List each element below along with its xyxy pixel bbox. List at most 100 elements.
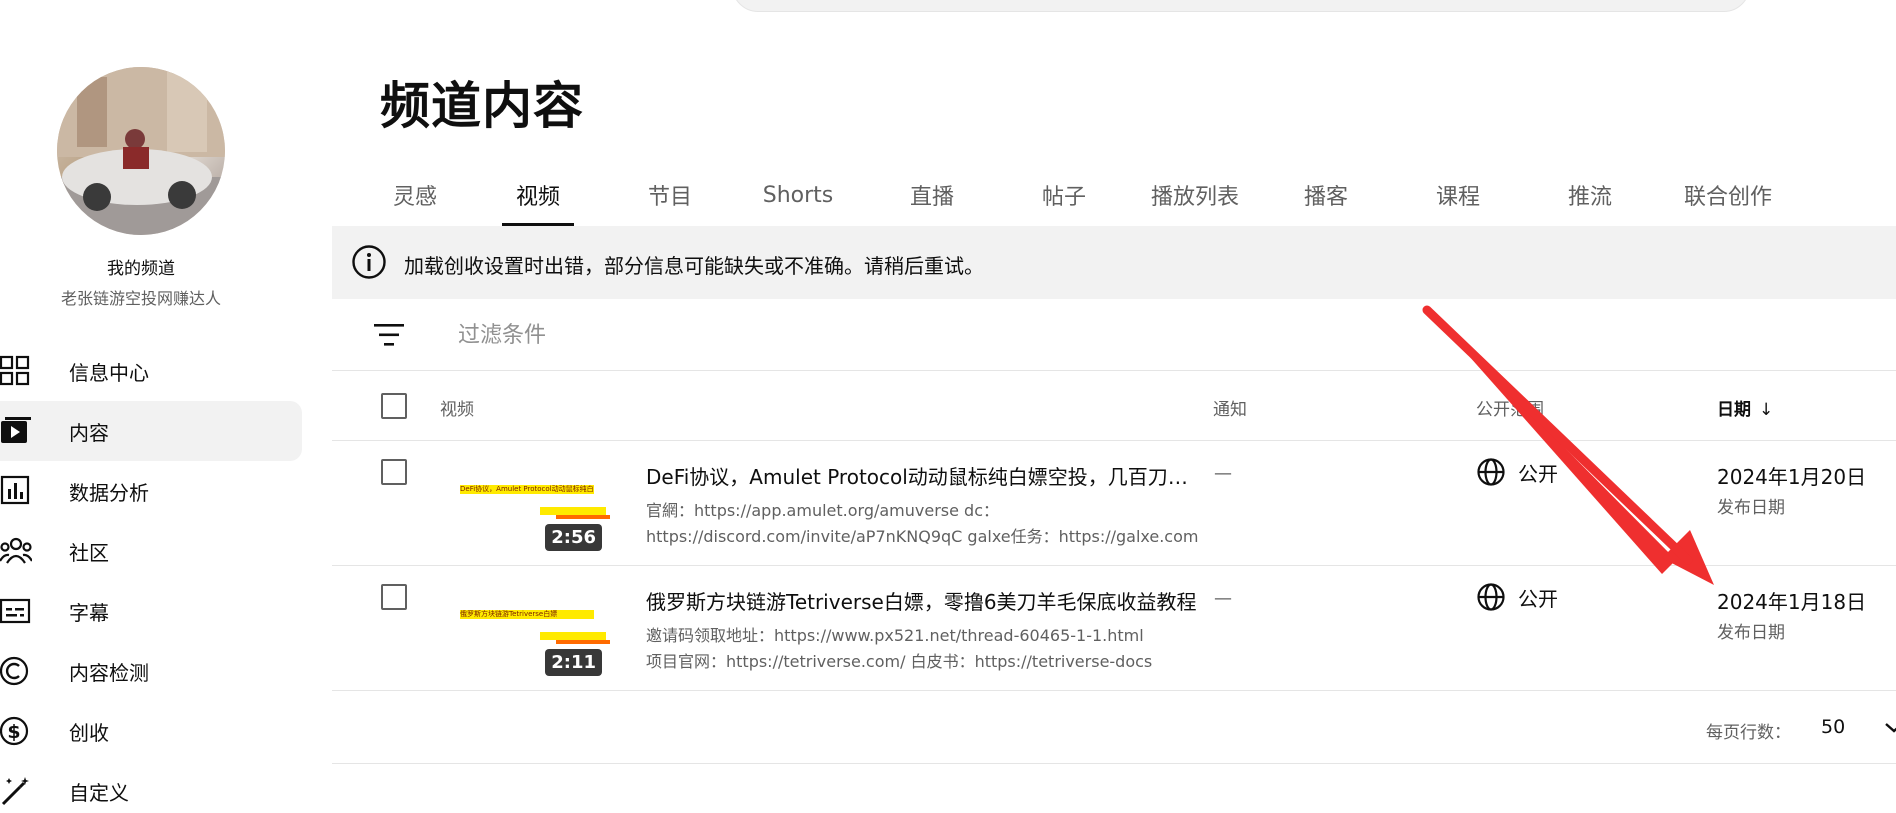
row-checkbox[interactable] [381, 584, 407, 610]
publish-date-label: 发布日期 [1717, 498, 1785, 518]
subtitles-icon [0, 598, 31, 624]
tab-live[interactable]: 直播 [896, 164, 968, 226]
video-thumbnail[interactable]: DeFi协议，Amulet Protocol动动鼠标纯白嫖空投 2:56 [440, 461, 612, 559]
visibility-selector[interactable]: 公开 [1476, 582, 1558, 612]
video-duration: 2:11 [545, 649, 602, 676]
column-header-notice: 通知 [1213, 400, 1247, 420]
sidebar-item-label: 社区 [69, 540, 109, 565]
rows-per-page-label: 每页行数： [1706, 723, 1791, 743]
copyright-icon [0, 656, 29, 686]
column-header-video: 视频 [440, 400, 474, 420]
tab-playlists[interactable]: 播放列表 [1140, 164, 1250, 226]
tab-posts[interactable]: 帖子 [1028, 164, 1100, 226]
video-description-line: 项目官网：https://tetriverse.com/ 白皮书：https:/… [646, 652, 1153, 671]
video-title[interactable]: DeFi协议，Amulet Protocol动动鼠标纯白嫖空投，几百刀到手，目前… [646, 461, 1206, 490]
channel-avatar[interactable] [57, 67, 225, 235]
publish-date-label: 发布日期 [1717, 623, 1785, 643]
content-icon [1, 417, 31, 443]
sidebar-item-label: 创收 [69, 720, 109, 745]
customization-icon [1, 777, 29, 806]
chevron-down-icon[interactable] [1884, 716, 1896, 738]
tab-videos[interactable]: 视频 [502, 164, 574, 226]
tab-label: 推流 [1567, 185, 1612, 210]
avatar-photo [57, 67, 225, 235]
sidebar-item-label: 字幕 [69, 600, 109, 625]
monetization-icon: $ [0, 716, 29, 746]
sidebar-item-label: 内容检测 [69, 660, 149, 685]
sidebar-item-label: 内容 [69, 420, 109, 445]
table-row: 俄罗斯方块链游Tetriverse白嫖 2:11 俄罗斯方块链游Tetriver… [332, 566, 1896, 691]
tab-label: Shorts [762, 182, 834, 208]
thumbnail-decoration [540, 632, 606, 640]
sidebar-item-community[interactable]: 社区 [0, 521, 302, 581]
column-header-date[interactable]: 日期 ↓ [1717, 395, 1773, 420]
tab-courses[interactable]: 课程 [1422, 164, 1494, 226]
rows-per-page-select[interactable]: 50 [1821, 716, 1845, 738]
tab-label: 课程 [1435, 185, 1480, 210]
channel-label: 我的频道 [107, 259, 175, 279]
notice-value: — [1214, 588, 1232, 609]
tab-podcasts[interactable]: 播客 [1290, 164, 1362, 226]
sidebar-item-monetization[interactable]: $ 创收 [0, 701, 302, 761]
tab-label: 播客 [1303, 185, 1348, 210]
tab-collaborations[interactable]: 联合创作 [1672, 164, 1784, 226]
filter-icon[interactable] [374, 321, 404, 349]
sidebar-item-content[interactable]: 内容 [0, 401, 302, 461]
sidebar-item-label: 数据分析 [69, 480, 149, 505]
column-header-date-label: 日期 [1717, 400, 1751, 420]
tab-label: 播放列表 [1150, 185, 1239, 210]
select-all-checkbox[interactable] [381, 393, 407, 419]
tab-shorts[interactable]: Shorts [752, 164, 844, 226]
pagination-bar: 每页行数： 50 [332, 694, 1896, 764]
studio-page: 我的频道 老张链游空投网赚达人 信息中心 内容 数据分析 社区 字幕 内容检测 … [0, 0, 1896, 813]
table-header: 视频 通知 公开范围 日期 ↓ [332, 371, 1896, 441]
tab-label: 直播 [909, 185, 954, 210]
sidebar-item-label: 自定义 [69, 780, 129, 805]
filter-input[interactable] [458, 319, 1058, 351]
video-description-line: https://discord.com/invite/aP7nKNQ9qC ga… [646, 527, 1199, 546]
sidebar-item-subtitles[interactable]: 字幕 [0, 581, 302, 641]
globe-icon [1477, 458, 1505, 486]
video-description-line: 邀请码领取地址：https://www.px521.net/thread-604… [646, 626, 1144, 645]
main-content: 频道内容 灵感 视频 节目 Shorts 直播 帖子 播放列表 播客 课程 推流… [332, 0, 1896, 813]
info-icon [352, 245, 386, 279]
globe-icon [1477, 583, 1505, 611]
channel-name: 老张链游空投网赚达人 [60, 289, 221, 308]
publish-date: 2024年1月20日 [1717, 465, 1867, 489]
sidebar-item-label: 信息中心 [69, 360, 149, 385]
thumbnail-caption: 俄罗斯方块链游Tetriverse白嫖 [460, 610, 594, 619]
video-title[interactable]: 俄罗斯方块链游Tetriverse白嫖，零撸6美刀羊毛保底收益教程 [646, 586, 1206, 615]
thumbnail-decoration [540, 507, 606, 515]
dashboard-icon [0, 355, 30, 386]
svg-text:$: $ [7, 721, 20, 743]
sidebar: 我的频道 老张链游空投网赚达人 信息中心 内容 数据分析 社区 字幕 内容检测 … [0, 0, 310, 813]
column-header-visibility: 公开范围 [1476, 400, 1544, 420]
video-thumbnail[interactable]: 俄罗斯方块链游Tetriverse白嫖 2:11 [440, 586, 612, 684]
content-tabs: 灵感 视频 节目 Shorts 直播 帖子 播放列表 播客 课程 推流 联合创作 [332, 164, 1896, 226]
publish-date: 2024年1月18日 [1717, 590, 1867, 614]
sidebar-item-customization[interactable]: 自定义 [0, 761, 302, 813]
sidebar-item-dashboard[interactable]: 信息中心 [0, 341, 302, 401]
filter-bar [332, 299, 1896, 371]
tab-shows[interactable]: 节目 [634, 164, 706, 226]
tab-streams[interactable]: 推流 [1554, 164, 1626, 226]
row-checkbox[interactable] [381, 459, 407, 485]
thumbnail-caption: DeFi协议，Amulet Protocol动动鼠标纯白嫖空投 [460, 485, 594, 494]
video-duration: 2:56 [545, 524, 602, 551]
visibility-selector[interactable]: 公开 [1476, 457, 1558, 487]
sidebar-nav: 信息中心 内容 数据分析 社区 字幕 内容检测 $ 创收 自定义 [0, 341, 302, 813]
thumbnail-decoration [556, 515, 610, 519]
page-title: 频道内容 [380, 77, 584, 135]
tab-inspiration[interactable]: 灵感 [374, 164, 456, 226]
tab-label: 灵感 [392, 185, 437, 210]
error-banner: 加载创收设置时出错，部分信息可能缺失或不准确。请稍后重试。 [332, 226, 1896, 299]
notice-value: — [1214, 463, 1232, 484]
video-description-line: 官網：https://app.amulet.org/amuverse dc： [646, 501, 1000, 520]
visibility-label: 公开 [1518, 461, 1558, 486]
visibility-label: 公开 [1518, 586, 1558, 611]
tab-label: 视频 [515, 185, 560, 210]
tab-label: 联合创作 [1683, 185, 1772, 210]
sidebar-item-copyright[interactable]: 内容检测 [0, 641, 302, 701]
sidebar-item-analytics[interactable]: 数据分析 [0, 461, 302, 521]
banner-message: 加载创收设置时出错，部分信息可能缺失或不准确。请稍后重试。 [404, 254, 984, 278]
